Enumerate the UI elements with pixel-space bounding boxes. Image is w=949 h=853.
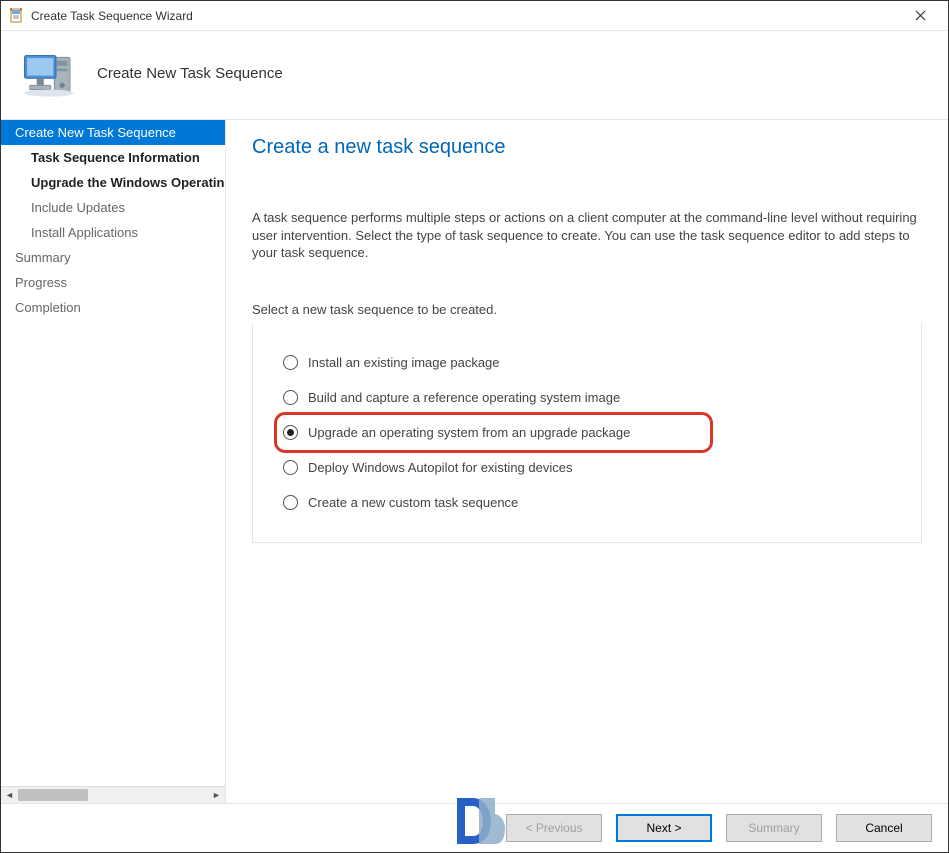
- scroll-track[interactable]: [18, 787, 208, 803]
- close-button[interactable]: [900, 8, 940, 24]
- sidebar-step-1[interactable]: Task Sequence Information: [1, 145, 225, 170]
- summary-button: Summary: [726, 814, 822, 842]
- radio-icon[interactable]: [283, 460, 298, 475]
- task-option-3[interactable]: Deploy Windows Autopilot for existing de…: [277, 450, 911, 485]
- cancel-button[interactable]: Cancel: [836, 814, 932, 842]
- wizard-footer: < Previous Next > Summary Cancel: [1, 803, 948, 852]
- sidebar-step-3[interactable]: Include Updates: [1, 195, 225, 220]
- title-bar: Create Task Sequence Wizard: [1, 1, 948, 31]
- scroll-right-icon[interactable]: ►: [208, 787, 225, 803]
- option-label: Build and capture a reference operating …: [308, 390, 620, 405]
- task-option-1[interactable]: Build and capture a reference operating …: [277, 380, 911, 415]
- next-button[interactable]: Next >: [616, 814, 712, 842]
- sidebar-step-5[interactable]: Summary: [1, 245, 225, 270]
- sidebar-step-2[interactable]: Upgrade the Windows Operating System: [1, 170, 225, 195]
- sidebar-step-4[interactable]: Install Applications: [1, 220, 225, 245]
- previous-button: < Previous: [506, 814, 602, 842]
- radio-icon[interactable]: [283, 425, 298, 440]
- option-label: Deploy Windows Autopilot for existing de…: [308, 460, 572, 475]
- sidebar-step-7[interactable]: Completion: [1, 295, 225, 320]
- option-label: Upgrade an operating system from an upgr…: [308, 425, 630, 440]
- content-pane: Create a new task sequence A task sequen…: [226, 120, 948, 803]
- task-option-0[interactable]: Install an existing image package: [277, 345, 911, 380]
- window-title: Create Task Sequence Wizard: [31, 9, 900, 23]
- header-title: Create New Task Sequence: [97, 65, 283, 82]
- page-title: Create a new task sequence: [252, 136, 922, 159]
- close-icon: [915, 10, 926, 21]
- task-option-4[interactable]: Create a new custom task sequence: [277, 485, 911, 520]
- sidebar: Create New Task SequenceTask Sequence In…: [1, 120, 226, 803]
- scroll-left-icon[interactable]: ◄: [1, 787, 18, 803]
- computer-icon: [21, 45, 77, 101]
- intro-text: A task sequence performs multiple steps …: [252, 209, 922, 262]
- radio-icon[interactable]: [283, 390, 298, 405]
- watermark-logo: [451, 796, 505, 846]
- app-icon: [9, 8, 25, 24]
- wizard-window: Create Task Sequence Wizard Create New T…: [0, 0, 949, 853]
- wizard-body: Create New Task SequenceTask Sequence In…: [1, 120, 948, 803]
- sidebar-step-0[interactable]: Create New Task Sequence: [1, 120, 225, 145]
- radio-icon[interactable]: [283, 355, 298, 370]
- radio-icon[interactable]: [283, 495, 298, 510]
- scroll-thumb[interactable]: [18, 789, 88, 801]
- option-label: Install an existing image package: [308, 355, 500, 370]
- sidebar-scrollbar[interactable]: ◄ ►: [1, 786, 225, 803]
- option-group: Install an existing image package Build a…: [252, 323, 922, 543]
- option-label: Create a new custom task sequence: [308, 495, 518, 510]
- task-option-2[interactable]: Upgrade an operating system from an upgr…: [277, 415, 710, 450]
- wizard-header: Create New Task Sequence: [1, 31, 948, 120]
- sidebar-step-6[interactable]: Progress: [1, 270, 225, 295]
- select-label: Select a new task sequence to be created…: [252, 302, 922, 317]
